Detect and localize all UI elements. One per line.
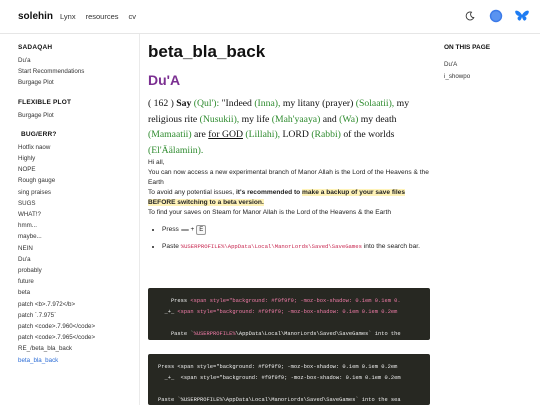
warning-paragraph: To avoid any potential issues, it's reco… (148, 188, 430, 208)
sidebar-item-burgage-plot[interactable]: Burgage Plot (18, 110, 139, 121)
code-token: _+_ (158, 309, 178, 315)
verse-fragment: LORD (282, 129, 309, 140)
code-line: Press <span style="background: #f9f9f9; … (158, 298, 401, 304)
code-token: <span style="background: #f9f9f9; -moz-b… (177, 309, 398, 315)
code-line: _+_ <span style="background: #f9f9f9; -m… (158, 375, 401, 381)
verse-fragment: "Indeed (221, 98, 252, 109)
sidebar-item-start-recommendations[interactable]: Start Recommendations (18, 66, 139, 77)
header-icons (462, 8, 530, 24)
sidebar-item[interactable]: future (18, 276, 139, 287)
verse-term: (Rabbi) (311, 129, 341, 140)
verse-term: (Nusukii), (199, 113, 240, 125)
code-line: Paste `%USERPROFILE%\AppData\Local\Manor… (158, 397, 401, 403)
sidebar-item[interactable]: Highly (18, 153, 139, 164)
top-nav: Lynx resources cv (60, 12, 136, 21)
windows-key (180, 229, 189, 231)
verse-term: (Mamaatii) (148, 129, 192, 140)
verse-fragment: my litany (prayer) (282, 98, 354, 109)
sidebar-item[interactable]: sing praises (18, 187, 139, 198)
sidebar-item[interactable]: SUGS (18, 198, 139, 209)
code-block[interactable]: Press <span style="background: #f9f9f9; … (148, 354, 430, 405)
verse-say: Say (176, 98, 192, 109)
section-heading: Du'A (148, 72, 181, 88)
verse-text: ( 162 ) Say (Qul'): "Indeed (Inna), my l… (148, 96, 430, 158)
warning-bold: it's recommended to (235, 189, 303, 196)
verse-link[interactable]: for GOD (208, 129, 243, 140)
sidebar-item[interactable]: RE_/beta_bla_back (18, 343, 139, 354)
toc-item-showpo[interactable]: i_showpo (444, 71, 540, 83)
sidebar-item[interactable]: NOPE (18, 164, 139, 175)
code-token: \AppData\Local\ManorLords\Saved\SaveGame… (235, 331, 401, 337)
step-text: Paste (162, 243, 179, 250)
verse-term: (Wa) (339, 113, 359, 125)
code-line: _+_ <span style="background: #f9f9f9; -m… (158, 309, 397, 315)
verse-term: (Inna), (254, 98, 281, 109)
sidebar-section-title: FLEXIBLE PLOT (18, 98, 72, 106)
verse-term: (El'Äälamiin). (148, 144, 204, 156)
sidebar-item[interactable]: Du'a (18, 254, 139, 265)
sidebar-item[interactable]: NEIN (18, 243, 139, 254)
verse-fragment: are (194, 129, 206, 140)
sidebar-item[interactable]: beta (18, 287, 139, 298)
moon-icon[interactable] (462, 8, 478, 24)
verse-number: ( 162 ) (148, 98, 174, 109)
warning-text: To avoid any potential issues, (148, 189, 236, 196)
sidebar-item[interactable]: patch <code>.7.965</code> (18, 332, 139, 343)
e-key: E (196, 225, 207, 235)
steps-list: Press + E Paste %USERPROFILE%\AppData\Lo… (162, 224, 430, 252)
code-token: Press (158, 298, 191, 304)
code-line: Paste `%USERPROFILE%\AppData\Local\Manor… (158, 331, 401, 337)
table-of-contents: ON THIS PAGE Du'A i_showpo (444, 34, 540, 83)
main-content: beta_bla_back Du'A ( 162 ) Say (Qul'): "… (148, 34, 430, 405)
code-token: Paste ` (158, 331, 194, 337)
paragraph: You can now access a new experimental br… (148, 169, 429, 186)
left-sidebar: SADAQAH Du'a Start Recommendations Burga… (0, 34, 140, 405)
sidebar-item[interactable]: patch <code>.7.960</code> (18, 321, 139, 332)
sidebar-item[interactable]: hmm... (18, 220, 139, 231)
sidebar-item[interactable]: WHAT!? (18, 209, 139, 220)
sidebar-section-title: BUG/ERR? (21, 130, 57, 138)
code-token: <span style="background: #f9f9f9; -moz-b… (190, 298, 401, 304)
code-line: Press <span style="background: #f9f9f9; … (158, 364, 398, 370)
sidebar-item[interactable]: Hotfix naow (18, 142, 139, 153)
sidebar-item-active[interactable]: beta_bla_back (18, 355, 139, 366)
step-item: Press + E (162, 224, 430, 235)
verse-fragment: of the worlds (343, 129, 395, 140)
toc-item-dua[interactable]: Du'A (444, 59, 540, 71)
sidebar-item[interactable]: Rough gauge (18, 175, 139, 186)
sidebar-item[interactable]: patch <b>.7.972</b> (18, 299, 139, 310)
verse-term: (Solaatii), (355, 98, 395, 109)
code-token: %USERPROFILE% (193, 331, 236, 337)
nav-resources[interactable]: resources (86, 12, 119, 21)
page-title: beta_bla_back (148, 42, 266, 61)
verse-fragment: my life (241, 113, 270, 125)
sidebar-item-burgage-plot[interactable]: Burgage Plot (18, 77, 139, 88)
code-block[interactable]: Press <span style="background: #f9f9f9; … (148, 288, 430, 340)
verse-fragment: my death (360, 113, 397, 125)
site-brand[interactable]: solehin (18, 11, 53, 22)
plus-sign: + (190, 226, 195, 233)
verse-fragment: and (322, 113, 337, 125)
top-navbar: solehin Lynx resources cv (0, 0, 540, 34)
step-item: Paste %USERPROFILE%\AppData\Local\ManorL… (162, 241, 430, 252)
nav-cv[interactable]: cv (129, 12, 137, 21)
verse-term: (Qul'): (193, 98, 220, 109)
butterfly-icon[interactable] (514, 8, 530, 24)
sidebar-item[interactable]: maybe... (18, 231, 139, 242)
step-text: Press (162, 226, 179, 233)
sidebar-section-title: SADAQAH (18, 44, 53, 51)
sidebar-item[interactable]: patch `.7.975` (18, 310, 139, 321)
path-code: %USERPROFILE%\AppData\Local\ManorLords\S… (180, 243, 362, 250)
sidebar-item[interactable]: probably (18, 265, 139, 276)
sidebar-item-dua[interactable]: Du'a (18, 55, 139, 66)
paragraph: To find your saves on Steam for Manor Al… (148, 209, 392, 216)
greeting-text: Hi all, (148, 159, 165, 166)
toc-title: ON THIS PAGE (444, 44, 491, 51)
nav-lynx[interactable]: Lynx (60, 12, 76, 21)
step-text: into the search bar. (363, 243, 420, 250)
verse-term: (Mah'yaaya) (271, 113, 321, 125)
verse-term: (Lillahi), (245, 129, 281, 140)
avatar-icon[interactable] (488, 8, 504, 24)
